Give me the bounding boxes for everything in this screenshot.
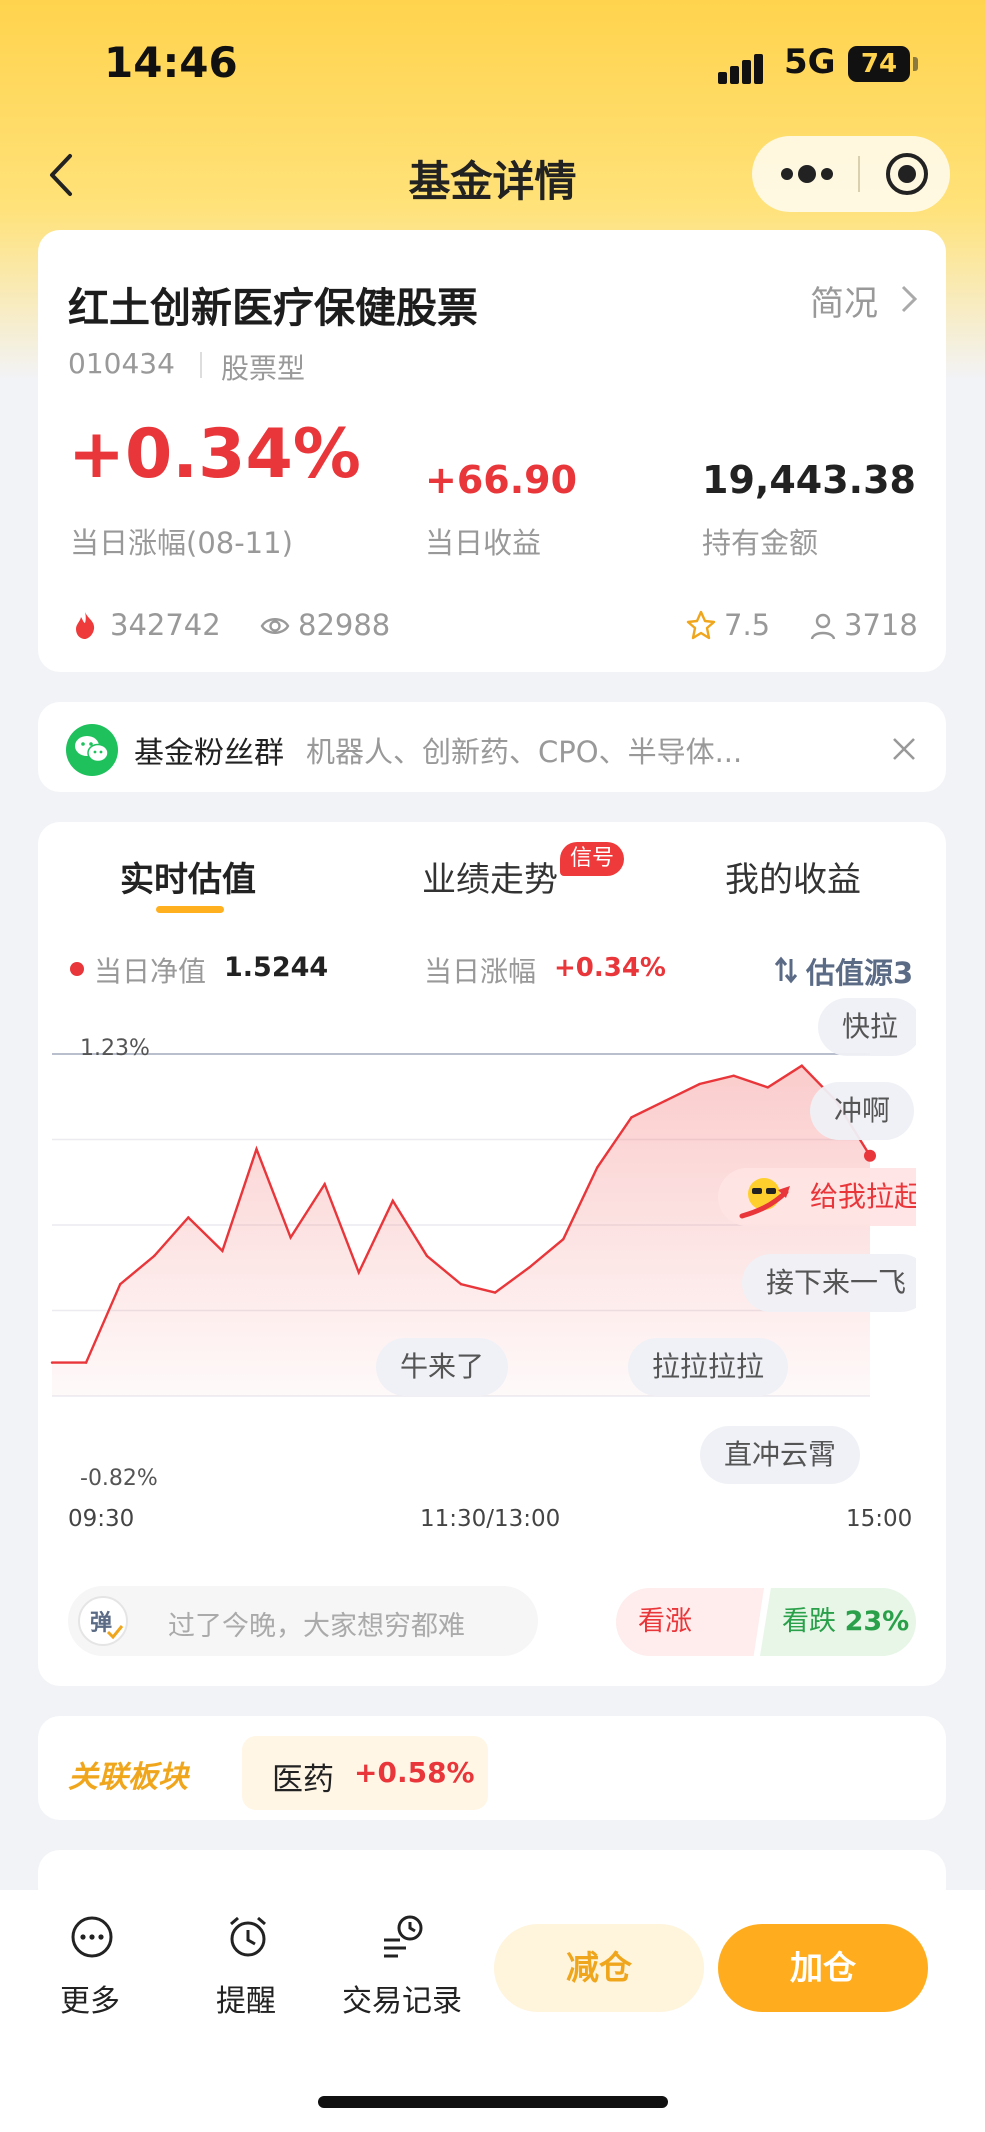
emoji-icon — [739, 1178, 790, 1219]
remind-label: 提醒 — [216, 1984, 276, 2019]
divider — [200, 352, 202, 378]
sector-chip[interactable]: 医药 +0.58% — [242, 1736, 488, 1810]
close-miniprogram-icon[interactable] — [884, 151, 930, 197]
danmu-item: 冲啊 — [810, 1082, 915, 1140]
cellular-signal-icon — [718, 50, 770, 84]
fan-group-title: 基金粉丝群 — [134, 736, 284, 771]
chevron-right-icon — [901, 285, 918, 313]
more-options-icon[interactable] — [777, 154, 837, 194]
tab-realtime-estimate[interactable]: 实时估值 — [120, 852, 256, 901]
home-indicator — [318, 2096, 668, 2108]
status-time: 14:46 — [104, 38, 238, 87]
battery-cap — [913, 57, 918, 71]
fan-group-card[interactable]: 基金粉丝群 机器人、创新药、CPO、半导体... — [38, 702, 946, 792]
danmu-item: 牛来了 — [376, 1338, 509, 1396]
danmu-item: 直冲云霄 — [700, 1426, 861, 1484]
danmu-item: 快拉 — [818, 998, 916, 1056]
holding-label: 持有金额 — [702, 526, 819, 560]
related-sector-card: 关联板块 医药 +0.58% — [38, 1716, 946, 1820]
fire-icon — [76, 612, 95, 639]
user-icon — [810, 613, 836, 640]
day-change-label: 当日涨幅(08-11) — [70, 526, 293, 560]
fund-code: 010434 — [68, 347, 175, 380]
bullet-toggle-icon[interactable]: 弹 — [78, 1596, 128, 1646]
sector-change: +0.58% — [354, 1756, 475, 1789]
change-value: +0.34% — [554, 953, 666, 983]
signal-badge: 信号 — [560, 842, 625, 876]
add-position-button[interactable]: 加仓 — [718, 1924, 928, 2012]
holding-value: 19,443.38 — [702, 458, 916, 502]
network-type: 5G — [784, 42, 836, 82]
nav-dot — [70, 962, 84, 976]
bullet-input[interactable]: 弹 过了今晚，大家想穷都难 — [68, 1586, 538, 1656]
reduce-position-button[interactable]: 减仓 — [494, 1924, 704, 2012]
records-button[interactable]: 交易记录 — [338, 1914, 468, 2024]
fund-name: 红土创新医疗保健股票 — [68, 284, 478, 332]
records-label: 交易记录 — [342, 1984, 462, 2019]
records-icon — [384, 1915, 423, 1958]
tab-my-earnings[interactable]: 我的收益 — [725, 852, 861, 901]
close-icon[interactable] — [890, 735, 918, 763]
day-earning-value: +66.90 — [425, 458, 578, 502]
danmu-layer: 快拉 冲啊 给我拉起 接下来一飞 牛来了 拉拉拉拉 直冲云霄 — [38, 982, 916, 1542]
star-score: 7.5 — [724, 608, 771, 642]
fund-summary-card: 红土创新医疗保健股票 简况 010434 股票型 +0.34% 当日涨幅(08-… — [38, 230, 946, 672]
estimate-card: 实时估值 业绩走势 信号 我的收益 当日净值 1.5244 当日涨幅 +0.34… — [38, 822, 946, 1686]
mini-program-capsule — [752, 136, 950, 212]
more-label: 更多 — [60, 1984, 120, 2019]
vote-up-button[interactable]: 看涨 77% — [616, 1588, 764, 1656]
more-button[interactable]: 更多 — [40, 1914, 144, 2024]
danmu-item: 接下来一飞 — [742, 1254, 916, 1312]
tab-performance[interactable]: 业绩走势 — [422, 852, 558, 901]
bullet-placeholder: 过了今晚，大家想穷都难 — [168, 1611, 465, 1642]
day-change-value: +0.34% — [68, 415, 361, 494]
view-count: 82988 — [298, 608, 391, 642]
fund-type: 股票型 — [221, 352, 306, 385]
swap-icon[interactable] — [774, 956, 798, 984]
alarm-clock-icon — [230, 1916, 266, 1957]
day-earning-label: 当日收益 — [425, 526, 542, 560]
remind-button[interactable]: 提醒 — [196, 1914, 300, 2024]
holder-count: 3718 — [844, 608, 918, 642]
star-icon[interactable] — [686, 610, 716, 640]
vote-down-button[interactable]: 看跌 23% — [760, 1588, 916, 1656]
sector-logo: 关联板块 — [68, 1760, 188, 1795]
eye-icon — [260, 618, 290, 634]
sector-name: 医药 — [272, 1762, 334, 1798]
tab-indicator — [156, 906, 224, 913]
overview-link[interactable]: 简况 — [810, 276, 878, 325]
fan-group-desc: 机器人、创新药、CPO、半导体... — [306, 735, 743, 769]
more-icon — [71, 1916, 113, 1958]
hot-count: 342742 — [110, 608, 221, 642]
wechat-icon — [66, 724, 118, 776]
danmu-item: 拉拉拉拉 — [628, 1338, 789, 1396]
battery-icon: 74 — [848, 46, 910, 82]
nav-value: 1.5244 — [224, 952, 329, 983]
